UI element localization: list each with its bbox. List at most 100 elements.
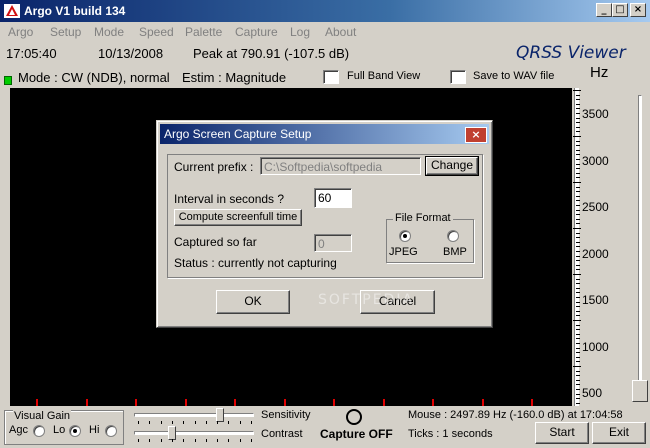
frequency-tick (576, 108, 580, 110)
frequency-tick (573, 274, 581, 275)
time-marker (283, 399, 286, 406)
menu-speed[interactable]: Speed (139, 25, 174, 39)
slider-tick (160, 421, 162, 424)
agc-radio[interactable] (33, 425, 45, 437)
menu-mode[interactable]: Mode (94, 25, 124, 39)
sensitivity-slider-track[interactable] (134, 413, 254, 417)
frequency-tick (576, 269, 580, 271)
close-button[interactable]: × (630, 3, 646, 17)
frequency-label: 2000 (582, 246, 609, 261)
bmp-label: BMP (443, 246, 467, 258)
save-wav-label: Save to WAV file (473, 70, 555, 82)
maximize-button[interactable]: □ (612, 3, 628, 17)
frequency-label: 2500 (582, 200, 609, 214)
mode-label: Mode : CW (NDB), normal (18, 70, 170, 85)
jpeg-radio[interactable] (399, 230, 411, 242)
visual-gain-group: Visual Gain Agc Lo Hi (4, 410, 124, 445)
frequency-tick (576, 255, 580, 257)
menu-log[interactable]: Log (290, 25, 310, 39)
change-button[interactable]: Change (425, 156, 479, 176)
frequency-tick (576, 168, 580, 170)
sensitivity-label: Sensitivity (261, 409, 311, 421)
frequency-tick (576, 343, 580, 344)
dialog-close-button[interactable]: × (465, 127, 487, 143)
frequency-tick (576, 159, 580, 160)
start-button[interactable]: Start (535, 422, 589, 444)
frequency-tick (576, 117, 580, 119)
time-marker (382, 399, 385, 406)
status-led (4, 76, 12, 85)
save-wav-checkbox[interactable] (450, 70, 466, 84)
frequency-tick (576, 113, 580, 114)
hz-unit-label: Hz (590, 64, 609, 81)
capture-status: Capture OFF (320, 427, 393, 441)
dialog-title-bar: Argo Screen Capture Setup × (160, 124, 489, 144)
sensitivity-slider-thumb[interactable] (216, 408, 224, 422)
bmp-radio[interactable] (447, 230, 459, 242)
frequency-tick (576, 246, 580, 248)
frequency-tick (576, 186, 580, 188)
frequency-tick (576, 237, 580, 239)
menu-setup[interactable]: Setup (50, 25, 81, 39)
slider-tick (183, 439, 185, 442)
capture-indicator-icon (346, 409, 362, 425)
hi-radio[interactable] (105, 425, 117, 437)
frequency-tick (576, 264, 580, 266)
current-date: 10/13/2008 (98, 46, 164, 61)
frequency-tick (576, 393, 580, 395)
frequency-tick (576, 402, 580, 404)
prefix-field[interactable]: C:\Softpedia\softpedia (260, 157, 421, 175)
ok-button[interactable]: OK (216, 290, 290, 314)
frequency-tick (576, 94, 580, 96)
frequency-tick (576, 126, 580, 128)
lo-label: Lo (53, 424, 66, 436)
frequency-tick (576, 398, 580, 400)
time-marker (234, 399, 236, 406)
frequency-tick (576, 301, 580, 303)
frequency-tick (576, 384, 580, 386)
time-marker (36, 399, 38, 406)
slider-tick (138, 421, 139, 424)
time-marker (481, 399, 484, 406)
file-format-label: File Format (393, 212, 453, 224)
contrast-label: Contrast (261, 428, 303, 440)
ticks-readout: Ticks : 1 seconds (408, 428, 493, 440)
frequency-tick (576, 209, 580, 211)
contrast-slider-track[interactable] (134, 431, 254, 435)
compute-screenfull-button[interactable]: Compute screenfull time (174, 209, 302, 226)
exit-button[interactable]: Exit (592, 422, 646, 444)
frequency-tick (576, 251, 580, 252)
visual-gain-label: Visual Gain (13, 410, 72, 422)
frequency-tick (576, 145, 580, 147)
frequency-tick (576, 315, 580, 317)
vertical-slider-thumb[interactable] (632, 380, 648, 402)
frequency-tick (576, 223, 580, 225)
menu-palette[interactable]: Palette (185, 25, 222, 39)
slider-tick (149, 439, 151, 442)
interval-input[interactable]: 60 (314, 188, 352, 208)
slider-tick (149, 421, 151, 424)
frequency-tick (576, 131, 580, 133)
frequency-label: 500 (582, 386, 603, 400)
capture-status-text: Status : currently not capturing (174, 256, 337, 270)
mouse-readout: Mouse : 2497.89 Hz (-160.0 dB) at 17:04:… (408, 409, 623, 421)
vertical-slider-track[interactable] (638, 95, 642, 393)
slider-tick (171, 439, 173, 442)
frequency-tick (576, 389, 580, 390)
lo-radio[interactable] (69, 425, 81, 437)
minimize-button[interactable]: _ (596, 3, 612, 17)
slider-tick (205, 421, 207, 424)
contrast-slider-thumb[interactable] (168, 426, 176, 440)
menu-capture[interactable]: Capture (235, 25, 278, 39)
frequency-tick (576, 241, 580, 243)
time-marker (184, 399, 187, 406)
menu-about[interactable]: About (325, 25, 356, 39)
menu-argo[interactable]: Argo (8, 25, 33, 39)
frequency-tick (576, 140, 580, 142)
full-band-view-checkbox[interactable] (323, 70, 339, 84)
time-markers (10, 399, 572, 406)
time-marker (333, 399, 335, 406)
agc-label: Agc (9, 424, 28, 436)
waterfall-left-border (0, 88, 10, 406)
slider-tick (160, 439, 162, 442)
